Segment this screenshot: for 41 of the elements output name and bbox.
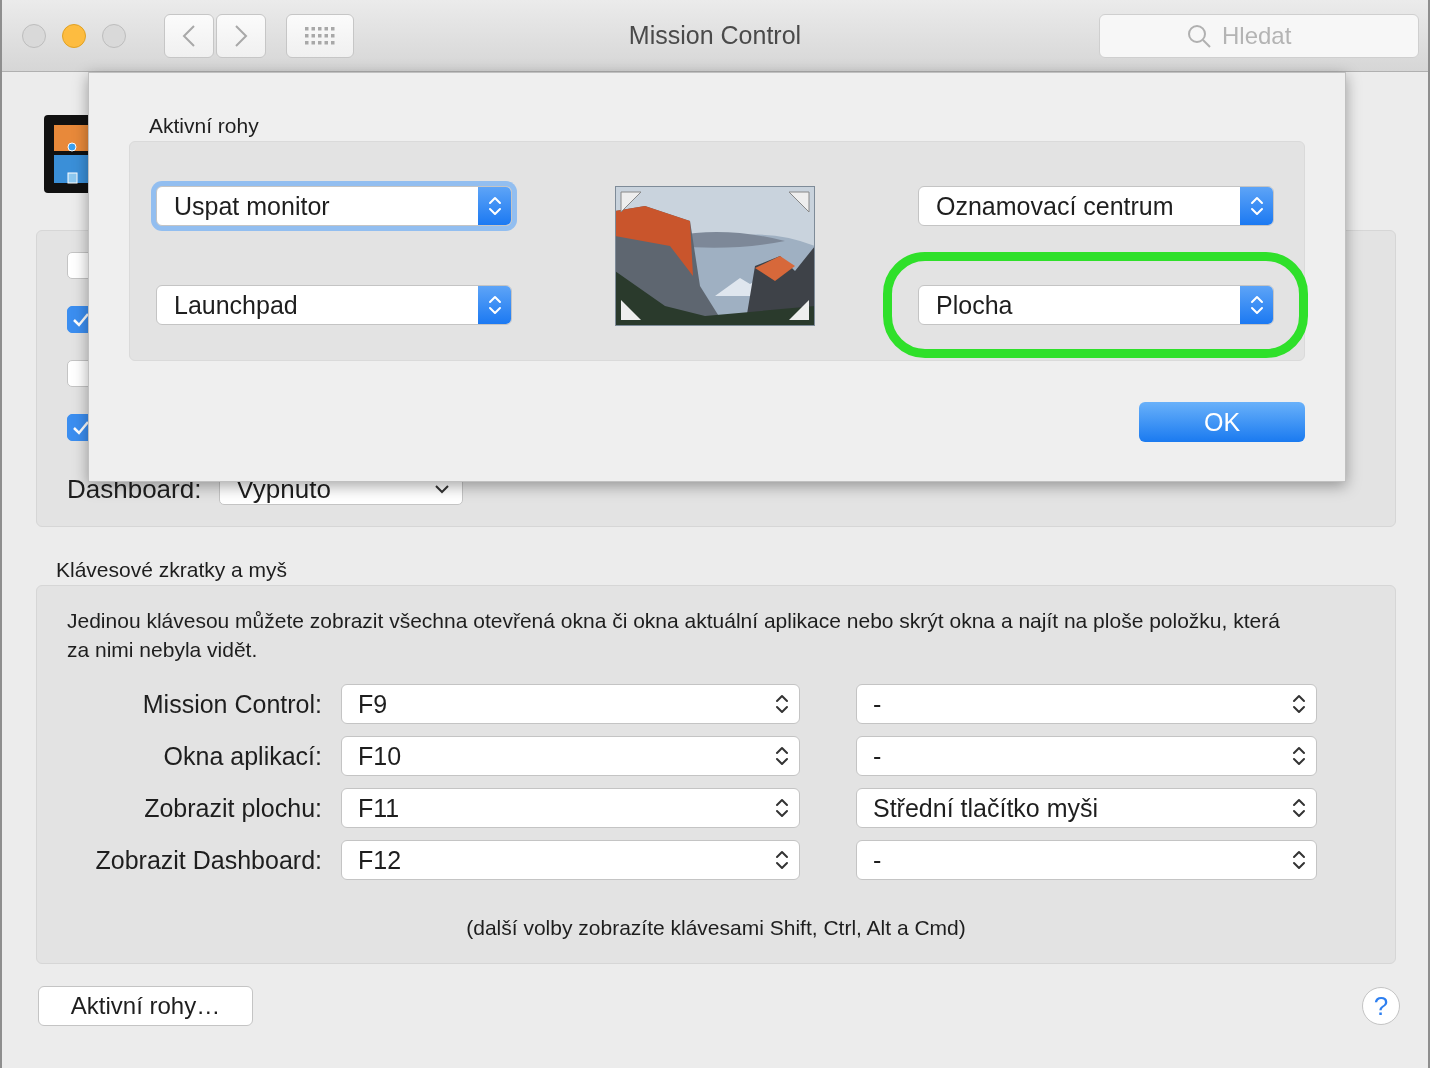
dashboard-label: Dashboard: xyxy=(67,473,202,505)
sheet-title: Aktivní rohy xyxy=(149,114,259,138)
updown-arrows-icon xyxy=(1240,286,1273,324)
close-button[interactable] xyxy=(22,23,46,48)
key-popup[interactable]: F12 xyxy=(341,840,800,880)
shortcut-label: Zobrazit plochu: xyxy=(143,793,322,823)
section-title: Klávesové zkratky a myš xyxy=(56,558,288,582)
hot-corners-button[interactable]: Aktivní rohy… xyxy=(38,986,253,1026)
hint-text: (další volby zobrazíte klávesami Shift, Ctrl, Alt a Cmd) xyxy=(466,916,966,939)
key-popup[interactable]: F9 xyxy=(341,684,800,724)
description-text: Jedinou klávesou můžete zobrazit všechna otevřená okna či okna aktuální aplikace nebo skrýt okna a najít na ploše položku, která za nimi nebyla vidět. xyxy=(67,608,1281,663)
shortcut-label: Mission Control: xyxy=(141,689,322,719)
help-button[interactable]: ? xyxy=(1362,987,1400,1025)
key-popup[interactable]: F10 xyxy=(341,736,800,776)
chevron-down-icon xyxy=(434,484,451,494)
updown-arrows-icon xyxy=(478,286,511,324)
shortcut-label: Okna aplikací: xyxy=(162,741,322,771)
minimize-button[interactable] xyxy=(62,23,86,48)
back-button[interactable] xyxy=(164,13,214,58)
grid-icon xyxy=(305,26,335,45)
updown-arrows-icon xyxy=(1240,187,1273,225)
popup-button[interactable]: Plocha xyxy=(918,285,1274,325)
mouse-popup[interactable]: - xyxy=(856,736,1317,776)
search-field[interactable]: Hledat xyxy=(1099,13,1419,58)
back-icon xyxy=(182,23,196,48)
zoom-button[interactable] xyxy=(102,23,126,48)
forward-button[interactable] xyxy=(216,13,266,58)
popup-button[interactable]: Oznamovací centrum xyxy=(918,186,1274,226)
key-popup[interactable]: F11 xyxy=(341,788,800,828)
mouse-popup[interactable]: - xyxy=(856,684,1317,724)
show-all-button[interactable] xyxy=(286,13,354,58)
window-title: Mission Control xyxy=(628,21,802,49)
popup-button[interactable]: Launchpad xyxy=(156,285,512,325)
search-icon xyxy=(1187,23,1211,48)
checkmark-icon xyxy=(71,311,90,328)
forward-icon xyxy=(234,23,248,48)
updown-arrows-icon xyxy=(478,187,511,225)
mouse-popup[interactable]: - xyxy=(856,840,1317,880)
shortcut-label: Zobrazit Dashboard: xyxy=(94,845,322,875)
mouse-popup[interactable]: Střední tlačítko myši xyxy=(856,788,1317,828)
checkmark-icon xyxy=(71,419,90,436)
